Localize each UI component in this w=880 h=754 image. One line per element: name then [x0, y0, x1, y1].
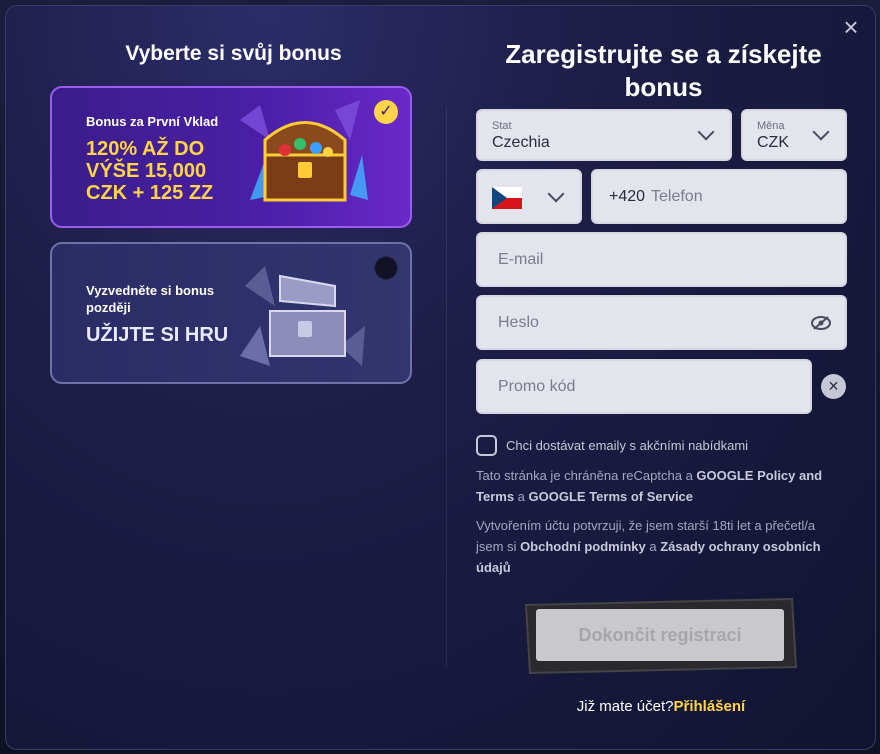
phone-country-select[interactable]: [476, 169, 582, 224]
phone-input[interactable]: +420 Telefon: [591, 169, 847, 224]
country-select[interactable]: Stat Czechia: [476, 109, 732, 161]
recaptcha-text: Tato stránka je chráněna reCaptcha a: [476, 468, 697, 483]
chevron-down-icon: [812, 123, 830, 141]
newsletter-checkbox[interactable]: [476, 435, 497, 456]
clear-icon[interactable]: ×: [821, 374, 846, 399]
empty-chest-image: [240, 266, 365, 366]
check-icon: ✓: [374, 100, 398, 124]
login-prompt: Již mate účet?: [576, 698, 674, 715]
column-divider: [446, 106, 447, 666]
radio-unselected[interactable]: [374, 256, 398, 280]
login-link[interactable]: Přihlášení: [674, 698, 746, 715]
bonus-card-offer: 120% AŽ DO VÝŠE 15,000 CZK + 125 ZZ: [86, 138, 214, 204]
currency-label: Měna: [757, 120, 785, 132]
email-input[interactable]: E-mail: [476, 232, 847, 287]
email-placeholder: E-mail: [498, 250, 544, 268]
currency-value: CZK: [757, 134, 789, 151]
registration-title: Zaregistrujte se a získejte bonus: [505, 39, 822, 102]
terms-notice: Vytvořením účtu potvrzuji, že jsem starš…: [476, 515, 846, 578]
czech-flag-icon: [492, 187, 522, 209]
login-row: Již mate účet?Přihlášení: [476, 698, 846, 715]
phone-placeholder: Telefon: [651, 187, 703, 205]
bonus-section-title: Vyberte si svůj bonus: [125, 42, 342, 65]
country-label: Stat: [492, 120, 512, 132]
treasure-chest-image: [240, 100, 368, 202]
eye-off-icon[interactable]: [811, 315, 831, 330]
close-icon[interactable]: ×: [839, 14, 863, 40]
recaptcha-notice: Tato stránka je chráněna reCaptcha a GOO…: [476, 465, 846, 507]
bonus-card-offer: UŽIJTE SI HRU: [86, 324, 229, 346]
registration-modal: × Vyberte si svůj bonus Bonus za První V…: [5, 5, 876, 750]
submit-registration-button[interactable]: Dokončit registraci: [536, 609, 784, 661]
chevron-down-icon: [697, 123, 715, 141]
bonus-card-subtitle: Vyzvedněte si bonus později: [86, 283, 215, 315]
chevron-down-icon: [547, 185, 565, 202]
recaptcha-text-and: a: [514, 489, 529, 504]
terms-text-and: a: [645, 539, 661, 554]
promo-placeholder: Promo kód: [498, 377, 576, 395]
password-placeholder: Heslo: [498, 313, 539, 331]
terms-link[interactable]: Obchodní podmínky: [520, 539, 646, 554]
phone-prefix: +420: [609, 187, 646, 205]
bonus-card-subtitle: Bonus za První Vklad: [86, 114, 219, 129]
country-value: Czechia: [492, 134, 550, 151]
promo-code-input[interactable]: Promo kód: [476, 359, 812, 414]
newsletter-label: Chci dostávat emaily s akčními nabídkami: [506, 438, 749, 453]
currency-select[interactable]: Měna CZK: [741, 109, 847, 161]
submit-frame: Dokončit registraci: [522, 597, 798, 675]
bonus-card-later[interactable]: Vyzvedněte si bonus později UŽIJTE SI HR…: [50, 242, 412, 384]
bonus-card-first-deposit[interactable]: Bonus za První Vklad 120% AŽ DO VÝŠE 15,…: [50, 86, 412, 228]
google-terms-link[interactable]: GOOGLE Terms of Service: [529, 489, 693, 504]
password-input[interactable]: Heslo: [476, 295, 847, 350]
